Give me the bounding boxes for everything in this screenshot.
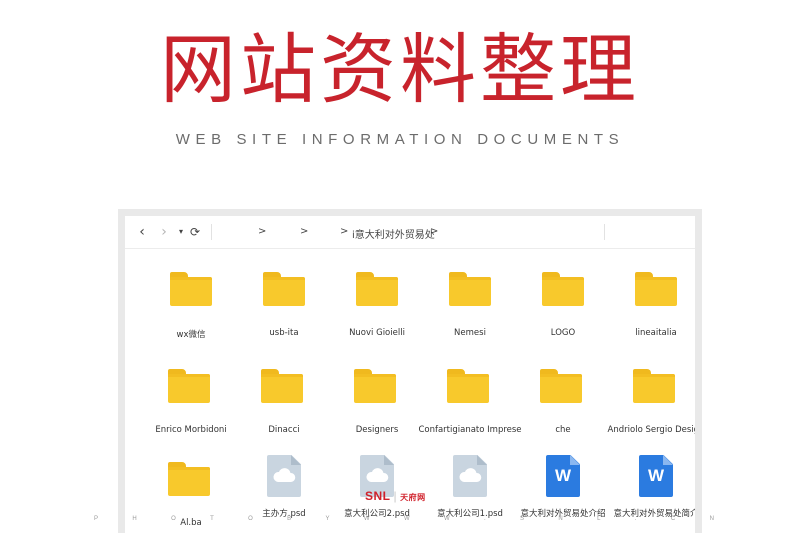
watermark-letter: N	[558, 516, 563, 522]
breadcrumb-separator: >	[340, 226, 349, 237]
page-title: 网站资料整理	[160, 25, 640, 114]
word-doc-icon: W	[546, 455, 580, 497]
word-letter: W	[554, 466, 572, 485]
folder-icon	[542, 272, 584, 306]
file-name: Nemesi	[454, 328, 486, 338]
breadcrumb: > > > i意大利对外贸易处 >	[218, 216, 695, 248]
chevron-down-icon[interactable]: ▾	[175, 228, 187, 236]
folder-icon	[447, 369, 489, 403]
watermark-logo-cn: 天府网	[400, 493, 426, 502]
folder-icon	[354, 369, 396, 403]
folder-icon	[540, 369, 582, 403]
breadcrumb-item-current[interactable]: i意大利对外贸易处	[352, 226, 435, 241]
watermark-letter: P	[94, 516, 99, 522]
folder-icon	[449, 272, 491, 306]
file-name: Enrico Morbidoni	[155, 425, 227, 435]
file-name: Dinacci	[268, 425, 300, 435]
file-name: LOGO	[550, 328, 576, 338]
explorer-toolbar: ‹ › ▾ ⟳ > > > i意大利对外贸易处 >	[125, 216, 695, 249]
watermark-letter: B	[287, 516, 292, 522]
watermark-letter: O	[171, 516, 176, 522]
watermark-letter: W	[443, 516, 450, 522]
refresh-icon[interactable]: ⟳	[187, 226, 203, 238]
watermark-letter: S	[520, 516, 525, 522]
forward-arrow-icon[interactable]: ›	[153, 225, 175, 239]
watermark-strip: P H O T O B Y W W W. S N L. C N	[94, 516, 714, 522]
file-name: lineaitalia	[635, 328, 677, 338]
watermark-letter: .	[484, 516, 486, 522]
file-name: Nuovi Gioielli	[349, 328, 405, 338]
back-arrow-icon[interactable]: ‹	[131, 225, 153, 239]
watermark-separator: |	[393, 489, 398, 503]
watermark-letter: Y	[325, 516, 330, 522]
folder-icon	[633, 369, 675, 403]
watermark-logo: SNL | 天府网	[365, 489, 426, 503]
file-name: Andriolo Sergio Design	[607, 425, 702, 435]
watermark-letter: W	[403, 516, 410, 522]
folder-icon	[168, 369, 210, 403]
file-name: usb-ita	[269, 328, 299, 338]
page-subtitle: Web Site Information Documents	[175, 131, 625, 148]
folder-icon	[261, 369, 303, 403]
breadcrumb-separator: >	[430, 226, 439, 237]
watermark-letter: T	[210, 516, 214, 522]
watermark-logo-text: SNL	[365, 489, 391, 503]
watermark-letter: .	[634, 516, 637, 522]
breadcrumb-separator: >	[258, 226, 267, 237]
folder-icon	[635, 272, 677, 306]
folder-icon	[356, 272, 398, 306]
file-name: Confartigianato Imprese	[418, 425, 522, 435]
folder-icon	[263, 272, 305, 306]
word-doc-icon: W	[639, 455, 673, 497]
file-explorer-window: ‹ › ▾ ⟳ > > > i意大利对外贸易处 > wx微信 usb-ita Nuo…	[118, 209, 702, 533]
breadcrumb-separator: >	[300, 226, 309, 237]
file-name: che	[555, 425, 571, 435]
image-file-icon	[267, 455, 301, 497]
word-letter: W	[647, 466, 665, 485]
watermark-letter: O	[248, 516, 253, 522]
watermark-letter: H	[132, 516, 137, 522]
watermark-letter: W	[363, 516, 370, 522]
file-name: wx微信	[176, 330, 206, 340]
file-name: Designers	[355, 425, 399, 435]
watermark-letter: C	[670, 516, 676, 522]
folder-icon	[168, 462, 210, 496]
watermark-letter: N	[709, 516, 714, 522]
watermark-letter: L	[597, 516, 601, 522]
toolbar-divider	[604, 224, 605, 240]
folder-icon	[170, 272, 212, 306]
toolbar-divider	[211, 224, 212, 240]
image-file-icon	[453, 455, 487, 497]
